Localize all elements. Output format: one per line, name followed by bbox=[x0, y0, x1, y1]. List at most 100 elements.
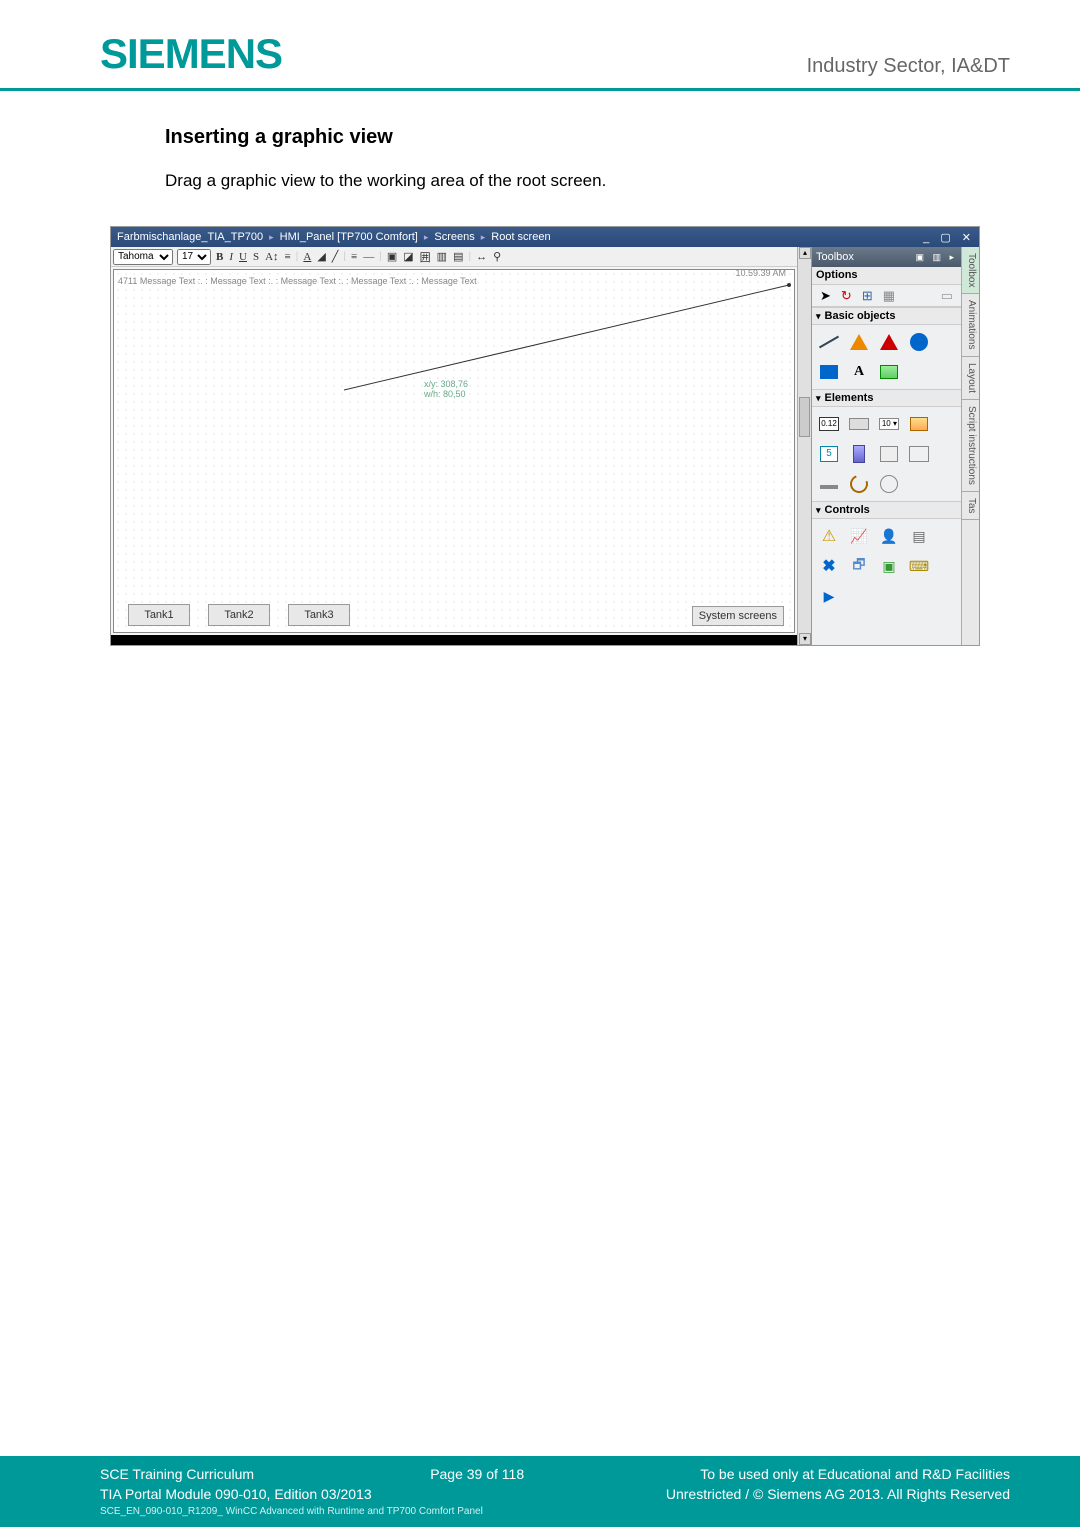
align-icon[interactable]: ⊞ bbox=[862, 288, 873, 304]
basic-objects-header[interactable]: ▾ Basic objects bbox=[812, 307, 961, 325]
toolbox-title-label: Toolbox bbox=[816, 251, 854, 263]
slider-icon[interactable] bbox=[818, 473, 840, 495]
window-controls[interactable]: _ ▢ ✕ bbox=[923, 231, 975, 244]
chevron-right-icon: ▸ bbox=[424, 232, 429, 243]
canvas-bottom-bar bbox=[111, 635, 797, 645]
vertical-scrollbar[interactable]: ▴ ▾ bbox=[797, 247, 811, 645]
breadcrumb-screens[interactable]: Screens bbox=[434, 231, 474, 243]
underline-button[interactable]: U bbox=[238, 251, 248, 263]
html-browser-icon[interactable]: 🗗 bbox=[848, 555, 870, 577]
clock-icon[interactable] bbox=[878, 473, 900, 495]
page-content: Inserting a graphic view Drag a graphic … bbox=[0, 91, 1080, 646]
page-header: SIEMENS Industry Sector, IA&DT bbox=[0, 0, 1080, 91]
line-tool-icon[interactable] bbox=[818, 331, 840, 353]
footer-right2: Unrestricted / © Siemens AG 2013. All Ri… bbox=[666, 1486, 1010, 1502]
tasks-tab[interactable]: Tas bbox=[962, 492, 979, 521]
mirror-button[interactable]: ↔ bbox=[475, 251, 488, 263]
font-select[interactable]: Tahoma bbox=[113, 249, 173, 265]
pointer-icon[interactable]: ➤ bbox=[820, 288, 831, 304]
ungroup-button[interactable]: ▥ bbox=[436, 250, 448, 263]
scroll-down-icon[interactable]: ▾ bbox=[799, 633, 811, 645]
rotate-icon[interactable]: ↻ bbox=[841, 288, 852, 304]
expand-icon[interactable]: ▭ bbox=[941, 288, 953, 304]
toolbox-title-icons[interactable]: ▣ ▥ ▸ bbox=[915, 252, 957, 263]
bold-button[interactable]: B bbox=[215, 251, 224, 263]
siemens-logo: SIEMENS bbox=[100, 30, 282, 78]
gauge-icon[interactable] bbox=[848, 473, 870, 495]
user-view-icon[interactable]: 👤 bbox=[878, 525, 900, 547]
toolbox-tab[interactable]: Toolbox bbox=[962, 247, 979, 294]
italic-button[interactable]: I bbox=[228, 251, 234, 263]
chevron-down-icon: ▾ bbox=[816, 393, 821, 404]
elements-header[interactable]: ▾ Elements bbox=[812, 389, 961, 407]
tank3-button[interactable]: Tank3 bbox=[288, 604, 350, 626]
wh-coord: w/h: 80,50 bbox=[424, 390, 468, 400]
strike-button[interactable]: S bbox=[252, 251, 260, 263]
vline-button[interactable]: — bbox=[362, 251, 375, 263]
zoom-button[interactable]: ⚲ bbox=[492, 250, 502, 263]
recipe-view-icon[interactable]: ▤ bbox=[908, 525, 930, 547]
tank1-button[interactable]: Tank1 bbox=[128, 604, 190, 626]
scrollbar-thumb[interactable] bbox=[799, 397, 810, 437]
fontsize-select[interactable]: 17 bbox=[177, 249, 211, 265]
textsize-button[interactable]: A↕ bbox=[264, 251, 279, 263]
hline-button[interactable]: ≡ bbox=[350, 251, 358, 263]
system-screens-button[interactable]: System screens bbox=[692, 606, 784, 626]
tank2-button[interactable]: Tank2 bbox=[208, 604, 270, 626]
sm-client-icon[interactable]: ▣ bbox=[878, 555, 900, 577]
datetime-icon[interactable]: 5 bbox=[818, 443, 840, 465]
align-button[interactable]: ≡ bbox=[284, 251, 292, 263]
chevron-right-icon: ▸ bbox=[269, 232, 274, 243]
text-tool-icon[interactable]: A bbox=[848, 361, 870, 383]
footer-small: SCE_EN_090-010_R1209_ WinCC Advanced wit… bbox=[100, 1506, 1010, 1517]
alarm-view-icon[interactable]: ⚠ bbox=[818, 525, 840, 547]
symbol-library-icon[interactable] bbox=[908, 443, 930, 465]
rectangle-tool-icon[interactable] bbox=[818, 361, 840, 383]
ellipse-tool-icon[interactable] bbox=[908, 331, 930, 353]
chevron-right-icon: ▸ bbox=[481, 232, 486, 243]
breadcrumb-project[interactable]: Farbmischanlage_TIA_TP700 bbox=[117, 231, 263, 243]
format-toolbar: Tahoma 17 B I U S A↕ ≡ | A ◢ ╱ | ≡ — | ▣ bbox=[111, 247, 797, 267]
footer-right1: To be used only at Educational and R&D F… bbox=[700, 1466, 1010, 1482]
toolbox-title-bar: Toolbox ▣ ▥ ▸ bbox=[812, 247, 961, 267]
polygon-tool-icon[interactable] bbox=[878, 331, 900, 353]
group-button[interactable]: 囲 bbox=[419, 249, 432, 265]
font-color-button[interactable]: A bbox=[302, 251, 312, 263]
fill-color-button[interactable]: ◢ bbox=[316, 250, 326, 263]
camera-view-icon[interactable]: ⌨ bbox=[908, 555, 930, 577]
symbolic-io-icon[interactable]: 10 ▾ bbox=[878, 413, 900, 435]
switch-icon[interactable] bbox=[878, 443, 900, 465]
options-header[interactable]: Options bbox=[812, 267, 961, 285]
drag-coordinates: x/y: 308,76 w/h: 80,50 bbox=[424, 380, 468, 400]
scroll-up-icon[interactable]: ▴ bbox=[799, 247, 811, 259]
graphic-view-tool-icon[interactable] bbox=[878, 361, 900, 383]
sector-label: Industry Sector, IA&DT bbox=[807, 55, 1010, 78]
graphic-io-icon[interactable] bbox=[908, 413, 930, 435]
grid-icon[interactable]: ▦ bbox=[883, 288, 895, 304]
section-title: Inserting a graphic view bbox=[165, 126, 1010, 149]
media-player-icon[interactable]: ▶ bbox=[818, 585, 840, 607]
status-force-icon[interactable]: ✖ bbox=[818, 555, 840, 577]
controls-body: ⚠ 📈 👤 ▤ ✖ 🗗 ▣ ⌨ ▶ bbox=[812, 519, 961, 613]
distribute-button[interactable]: ▤ bbox=[452, 250, 464, 263]
breadcrumb-panel[interactable]: HMI_Panel [TP700 Comfort] bbox=[280, 231, 418, 243]
layout-tab[interactable]: Layout bbox=[962, 357, 979, 400]
drag-indicator bbox=[334, 280, 794, 400]
polyline-tool-icon[interactable] bbox=[848, 331, 870, 353]
breadcrumb-root[interactable]: Root screen bbox=[491, 231, 550, 243]
design-canvas[interactable]: 10.59.39 AM 4711 Message Text :. : Messa… bbox=[113, 269, 795, 633]
page-footer: SCE Training Curriculum Page 39 of 118 T… bbox=[0, 1456, 1080, 1527]
animations-tab[interactable]: Animations bbox=[962, 294, 979, 356]
controls-header[interactable]: ▾ Controls bbox=[812, 501, 961, 519]
basic-objects-body: A bbox=[812, 325, 961, 389]
bar-icon[interactable] bbox=[848, 443, 870, 465]
io-field-icon[interactable]: 0.12 bbox=[818, 413, 840, 435]
script-tab[interactable]: Script instructions bbox=[962, 400, 979, 492]
front-button[interactable]: ▣ bbox=[386, 250, 398, 263]
trend-view-icon[interactable]: 📈 bbox=[848, 525, 870, 547]
back-button[interactable]: ◪ bbox=[402, 250, 414, 263]
line-color-button[interactable]: ╱ bbox=[331, 250, 340, 263]
basic-objects-label: Basic objects bbox=[825, 310, 896, 322]
button-icon[interactable] bbox=[848, 413, 870, 435]
cursor-tools: ➤ ↻ ⊞ ▦ ▭ bbox=[812, 285, 961, 307]
